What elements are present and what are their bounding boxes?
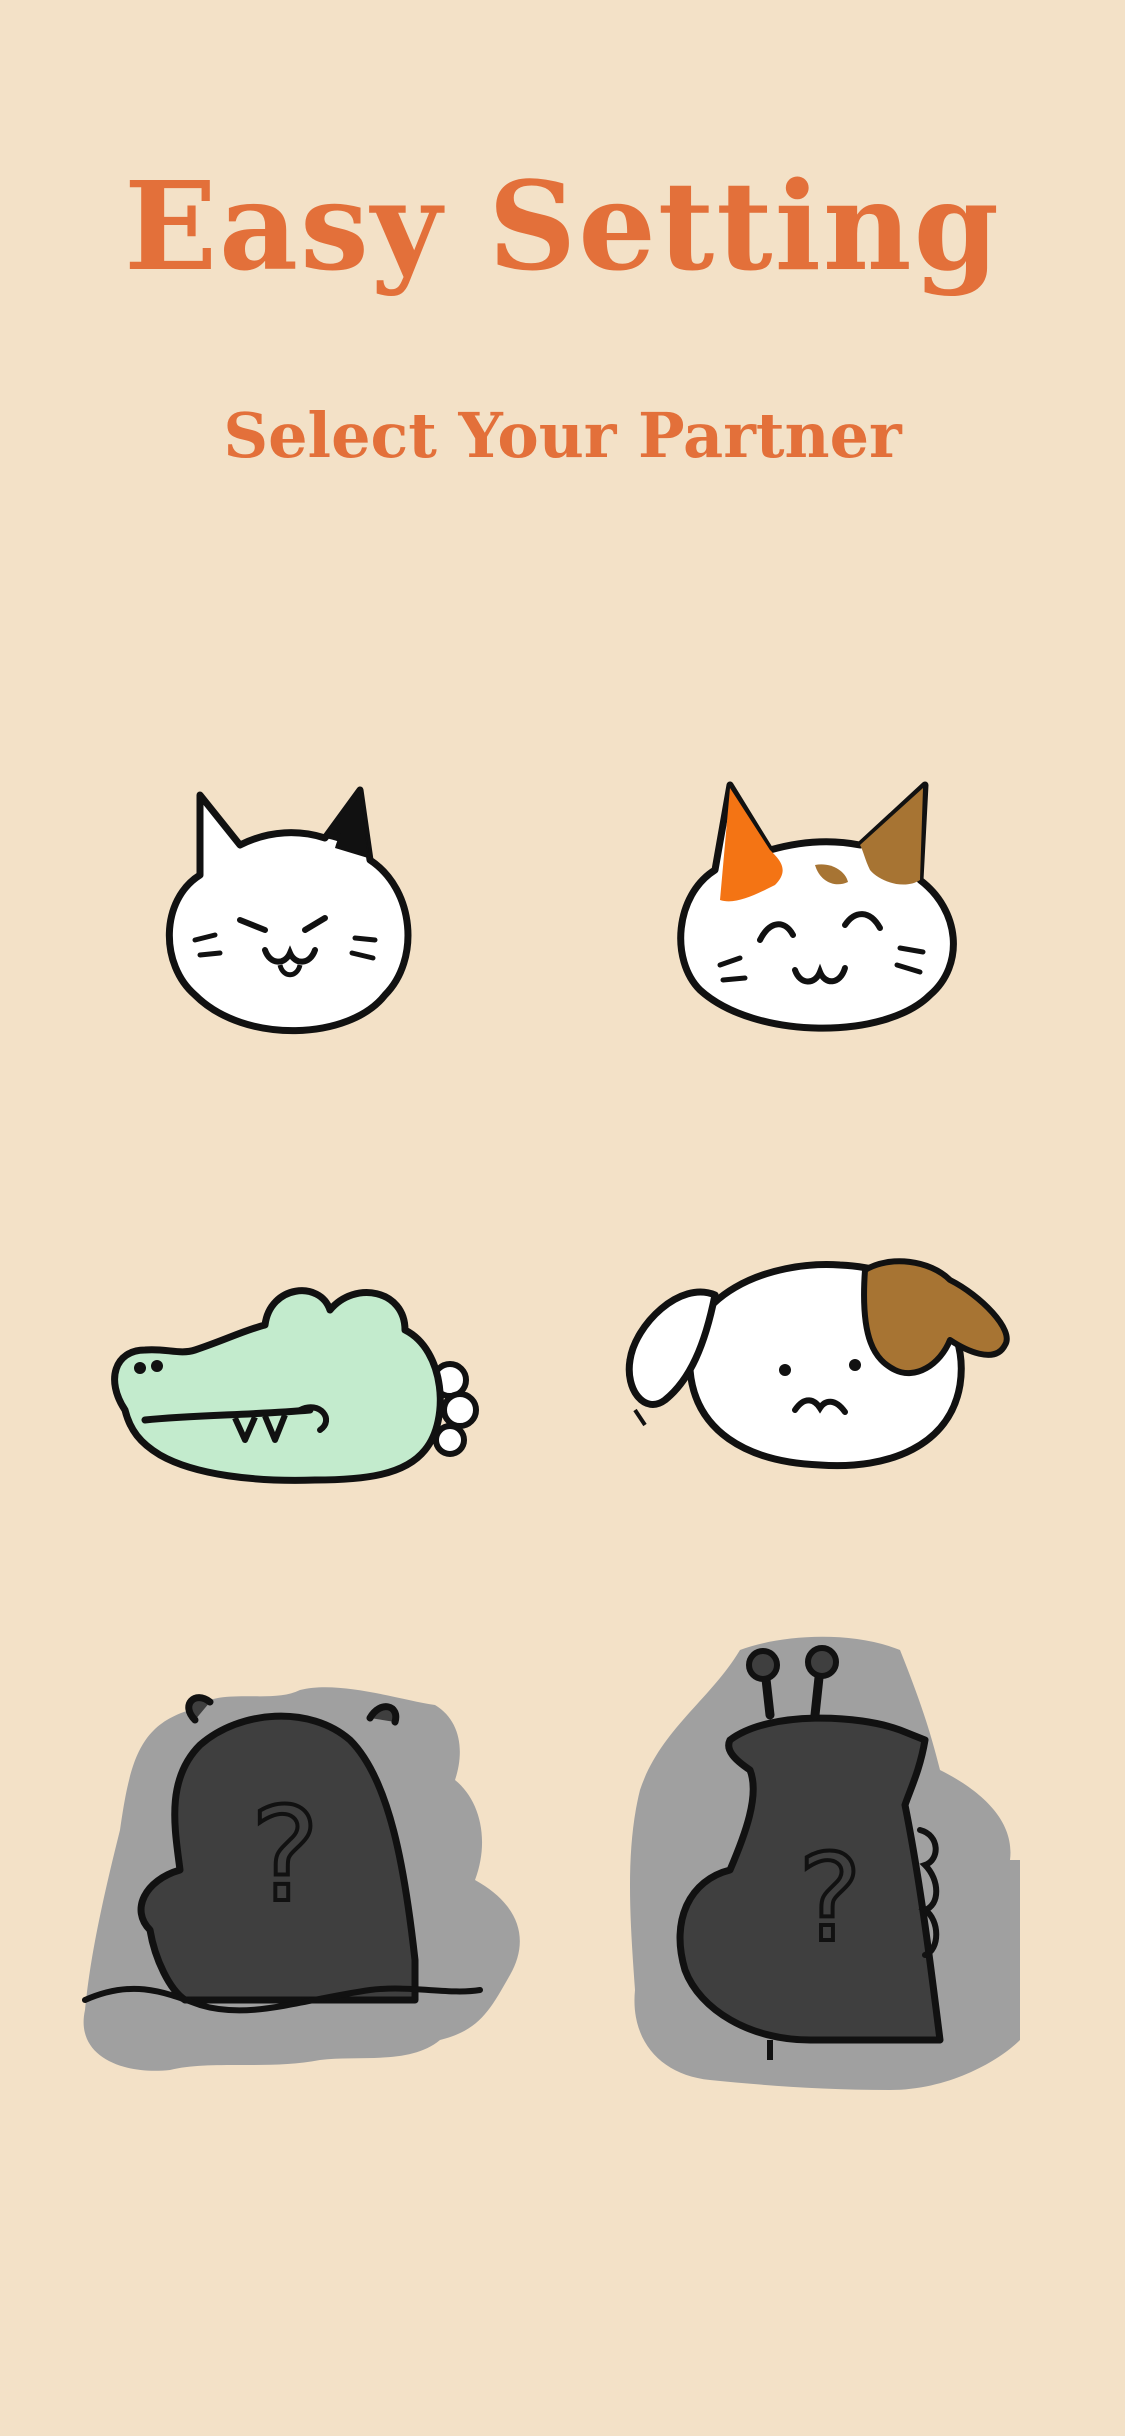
dog-icon xyxy=(625,1258,1010,1470)
giraffe-question-mark: ? xyxy=(798,1830,862,1969)
partner-crocodile[interactable] xyxy=(105,1250,505,1490)
partner-hippo-locked[interactable]: ? xyxy=(70,1630,540,2090)
partner-cat-calico[interactable] xyxy=(665,770,975,1070)
hippo-question-mark: ? xyxy=(251,1779,320,1931)
locked-hippo-silhouette-icon: ? xyxy=(82,1687,520,2071)
partner-dog[interactable] xyxy=(620,1250,1020,1480)
locked-giraffe-silhouette-icon: ? xyxy=(630,1636,1020,2090)
calico-cat-icon xyxy=(677,781,957,1032)
page-title: Easy Setting xyxy=(124,154,1001,298)
black-white-cat-icon xyxy=(165,786,412,1035)
partner-cat-black-white[interactable] xyxy=(155,770,455,1070)
partner-giraffe-locked[interactable]: ? xyxy=(620,1620,1020,2100)
crocodile-icon xyxy=(111,1287,479,1484)
page-subtitle: Select Your Partner xyxy=(223,399,902,472)
